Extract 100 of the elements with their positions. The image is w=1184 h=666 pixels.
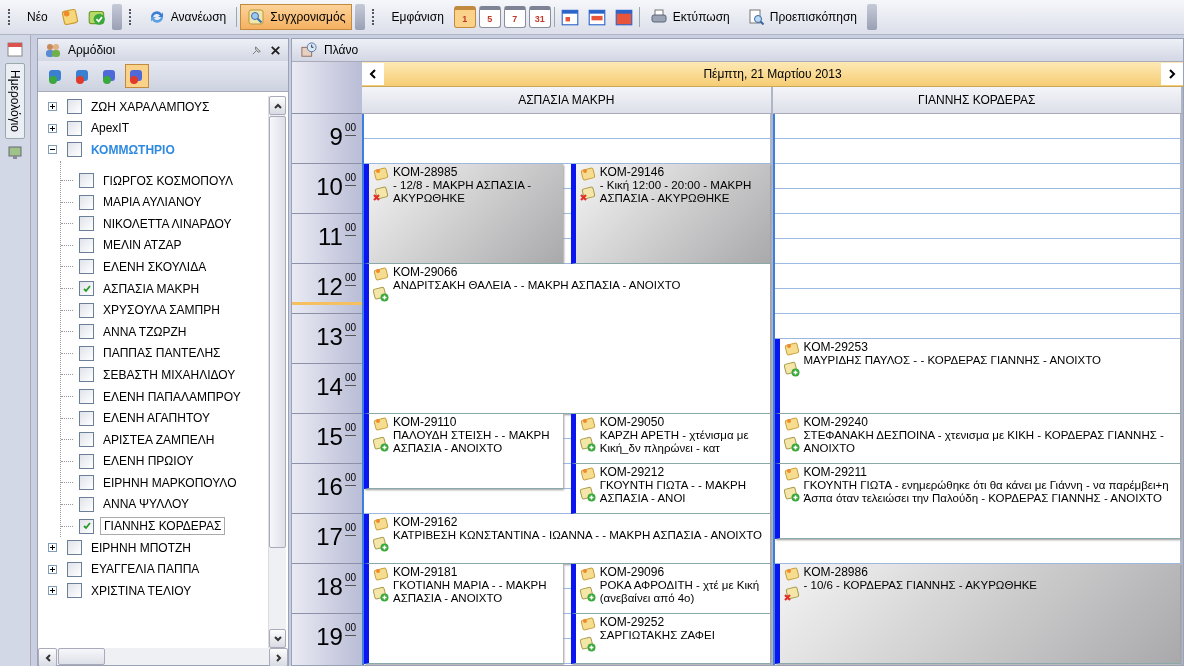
tree-item[interactable]: ΕΙΡΗΝΗ ΜΑΡΚΟΠΟΥΛΟ: [100, 474, 240, 491]
appointment-code: ΚΟΜ-29146: [599, 166, 666, 179]
tree-item[interactable]: ΝΙΚΟΛΕΤΤΑ ΛΙΝΑΡΔΟΥ: [100, 215, 235, 232]
tree-item[interactable]: ΕΛΕΝΗ ΠΑΠΑΛΑΜΠΡΟΥ: [100, 388, 244, 405]
appointment[interactable]: ΚΟΜ-29162 ΚΑΤΡΙΒΕΣΗ ΚΩΝΣΤΑΝΤΙΝΑ - ΙΩΑΝΝΑ - - ΜΑΚΡΗ ΑΣΠΑΣΙΑ - ΑΝΟΙΧΤΟ: [364, 514, 770, 564]
appointment[interactable]: ΚΟΜ-28986 - 10/6 - ΚΟΡΔΕΡΑΣ ΓΙΑΝΝΗΣ - ΑΚΥΡΩΘΗΚΕ: [774, 564, 1180, 664]
tree-item[interactable]: ΕΙΡΗΝΗ ΜΠΟΤΖΗ: [88, 539, 194, 556]
note-plus-icon: [373, 586, 389, 602]
calendar-view-button[interactable]: 5: [478, 6, 501, 28]
tree-item[interactable]: ΧΡΙΣΤΙΝΑ ΤΕΛΙΟΥ: [88, 582, 195, 599]
expand-icon[interactable]: [48, 564, 57, 574]
calendar-view-button[interactable]: 31: [528, 6, 551, 28]
checkbox[interactable]: [79, 518, 94, 534]
tree-item[interactable]: ΧΡΥΣΟΥΛΑ ΣΑΜΠΡΗ: [100, 302, 223, 319]
appointment[interactable]: ΚΟΜ-29252 ΣΑΡΓΙΩΤΑΚΗΣ ΖΑΦΕΙ: [570, 614, 770, 664]
checkbox[interactable]: [79, 194, 94, 210]
calendar-view-button[interactable]: 7: [503, 6, 526, 28]
note-icon: [373, 566, 389, 582]
print-preview-icon: [746, 8, 765, 26]
tree-item[interactable]: ΕΥΑΓΓΕΛΙΑ ΠΑΠΠΑ: [88, 561, 203, 578]
note-icon: [579, 616, 596, 632]
appointment[interactable]: ΚΟΜ-29110 ΠΑΛΟΥΔΗ ΣΤΕΙΣΗ - - ΜΑΚΡΗ ΑΣΠΑΣΙΑ - ΑΝΟΙΧΤΟ: [364, 414, 563, 489]
sync-button[interactable]: Συγχρονισμός: [240, 4, 353, 30]
checkbox[interactable]: [79, 173, 94, 189]
note-icon: [373, 266, 389, 282]
appointment[interactable]: ΚΟΜ-29181 ΓΚΟΤΙΑΝΗ ΜΑΡΙΑ - - ΜΑΚΡΗ ΑΣΠΑΣΙΑ - ΑΝΟΙΧΤΟ: [364, 564, 563, 664]
checkbox[interactable]: [79, 237, 94, 253]
horizontal-scrollbar[interactable]: [38, 648, 288, 665]
checkbox[interactable]: [67, 142, 82, 158]
appointment[interactable]: ΚΟΜ-28985 - 12/8 - ΜΑΚΡΗ ΑΣΠΑΣΙΑ - ΑΚΥΡΩΘΗΚΕ: [364, 164, 563, 264]
appointment[interactable]: ΚΟΜ-29146 - Κική 12:00 - 20:00 - ΜΑΚΡΗ ΑΣΠΑΣΙΑ - ΑΚΥΡΩΘΗΚΕ: [570, 164, 770, 264]
toolbar-overflow-icon[interactable]: [111, 4, 122, 30]
tree-item[interactable]: ΕΛΕΝΗ ΠΡΩΙΟΥ: [100, 453, 197, 470]
checkbox[interactable]: [79, 302, 94, 318]
toolbar-overflow-icon[interactable]: [355, 4, 366, 30]
checkbox[interactable]: [67, 120, 82, 136]
appointment[interactable]: ΚΟΜ-29212 ΓΚΟΥΝΤΗ ΓΙΩΤΑ - - ΜΑΚΡΗ ΑΣΠΑΣΙΑ - ΑΝΟΙ: [570, 464, 770, 514]
tree-item[interactable]: ΕΛΕΝΗ ΑΓΑΠΗΤΟΥ: [100, 410, 213, 427]
checkbox[interactable]: [79, 367, 94, 383]
tree-item[interactable]: ΜΑΡΙΑ ΑΥΛΙΑΝΟΥ: [100, 194, 205, 211]
checkbox[interactable]: [79, 410, 94, 426]
close-icon[interactable]: [269, 43, 282, 57]
pin-icon[interactable]: [250, 43, 263, 57]
calendar-icon[interactable]: [559, 7, 580, 27]
appointment[interactable]: ΚΟΜ-29240 ΣΤΕΦΑΝΑΚΗ ΔΕΣΠΟΙΝΑ - χτενισμα με ΚΙΚΗ - ΚΟΡΔΕΡΑΣ ΓΙΑΝΝΗΣ - ΑΝΟΙΧΤΟ: [774, 414, 1180, 464]
tree-item[interactable]: ΣΕΒΑΣΤΗ ΜΙΧΑΗΛΙΔΟΥ: [100, 366, 239, 383]
tree-item[interactable]: ΖΩΗ ΧΑΡΑΛΑΜΠΟΥΣ: [88, 98, 213, 115]
tree-item[interactable]: ApexIT: [88, 120, 132, 137]
calendar-icon[interactable]: [7, 41, 23, 57]
refresh-button[interactable]: Ανανέωση: [140, 4, 234, 30]
checkbox[interactable]: [67, 99, 82, 115]
checkbox[interactable]: [79, 453, 94, 469]
appointment[interactable]: ΚΟΜ-29253 ΜΑΥΡΙΔΗΣ ΠΑΥΛΟΣ - - ΚΟΡΔΕΡΑΣ ΓΙΑΝΝΗΣ - ΑΝΟΙΧΤΟ: [774, 339, 1180, 414]
view-button[interactable]: Εμφάνιση: [384, 4, 451, 30]
checkbox[interactable]: [79, 345, 94, 361]
calendar-tab[interactable]: Ημερολόγιο: [5, 63, 25, 140]
checkbox[interactable]: [79, 497, 94, 512]
tree-item[interactable]: ΕΛΕΝΗ ΣΚΟΥΛΙΔΑ: [100, 258, 210, 275]
next-day-button[interactable]: [1161, 63, 1183, 85]
collapse-icon[interactable]: [48, 145, 57, 155]
note-icon[interactable]: [59, 7, 80, 27]
appointment[interactable]: ΚΟΜ-29211 ΓΚΟΥΝΤΗ ΓΙΩΤΑ - ενημερώθηκε ότι θα κάνει με Γιάννη - να παρέμβει+η Άσπα όταν τελειώσει την Παλούδη - ΚΟΡΔΕΡΑΣ ΓΙΑΝΝΗΣ - ΑΝΟΙΧΤΟ: [774, 464, 1180, 539]
checkbox[interactable]: [79, 475, 94, 491]
preview-button[interactable]: Προεπισκόπηση: [739, 4, 864, 30]
tree-item[interactable]: ΓΙΑΝΝΗΣ ΚΟΡΔΕΡΑΣ: [100, 517, 226, 536]
tree-item[interactable]: ΑΣΠΑΣΙΑ ΜΑΚΡΗ: [100, 280, 203, 297]
note-icon: [783, 566, 800, 582]
expand-icon[interactable]: [48, 102, 57, 112]
tree-item[interactable]: ΚΟΜΜΩΤΗΡΙΟ: [88, 142, 178, 158]
calendar-icon[interactable]: [586, 7, 607, 27]
checkbox[interactable]: [67, 583, 82, 599]
appointment[interactable]: ΚΟΜ-29050 ΚΑΡΖΗ ΑΡΕΤΗ - χτένισμα με Κική_δν πληρώνει - κατ: [570, 414, 770, 464]
checkbox[interactable]: [79, 216, 94, 232]
tree-item[interactable]: ΑΝΝΑ ΤΖΩΡΖΗ: [100, 323, 190, 340]
checkbox[interactable]: [67, 561, 82, 577]
tree-item[interactable]: ΑΝΝΑ ΨΥΛΛΟΥ: [100, 496, 192, 513]
checkbox[interactable]: [79, 389, 94, 404]
calendar-icon[interactable]: [613, 7, 634, 27]
calendar-view-button[interactable]: 1: [453, 6, 476, 28]
new-button[interactable]: Νέο: [20, 4, 55, 30]
previous-day-button[interactable]: [362, 63, 384, 85]
appointment[interactable]: ΚΟΜ-29096 ΡΟΚΑ ΑΦΡΟΔΙΤΗ - χτέ με Κική (ανεβαίνει από 4ο): [570, 564, 770, 614]
checkbox[interactable]: [79, 259, 94, 275]
checkbox[interactable]: [79, 324, 94, 340]
note-plus-icon: [783, 486, 800, 502]
tree-item[interactable]: ΑΡΙΣΤΕΑ ΖΑΜΠΕΛΗ: [100, 431, 218, 448]
vertical-scrollbar[interactable]: [268, 96, 286, 648]
expand-icon[interactable]: [48, 586, 57, 596]
checkbox[interactable]: [67, 540, 82, 556]
checkbox[interactable]: [79, 281, 94, 297]
tree-item[interactable]: ΜΕΛΙΝ ΑΤΖΑΡ: [100, 237, 185, 254]
monitor-icon[interactable]: [7, 145, 23, 162]
remove-staff-button[interactable]: [125, 64, 149, 88]
tree-item[interactable]: ΓΙΩΡΓΟΣ ΚΟΣΜΟΠΟΥΛ: [100, 172, 237, 189]
tree-item[interactable]: ΠΑΠΠΑΣ ΠΑΝΤΕΛΗΣ: [100, 345, 224, 362]
expand-icon[interactable]: [48, 543, 57, 553]
checkbox[interactable]: [79, 432, 94, 448]
print-button[interactable]: Εκτύπωση: [642, 4, 737, 30]
expand-icon[interactable]: [48, 123, 57, 133]
appointment[interactable]: ΚΟΜ-29066 ΑΝΔΡΙΤΣΑΚΗ ΘΑΛΕΙΑ - - ΜΑΚΡΗ ΑΣΠΑΣΙΑ - ΑΝΟΙΧΤΟ: [364, 264, 770, 414]
